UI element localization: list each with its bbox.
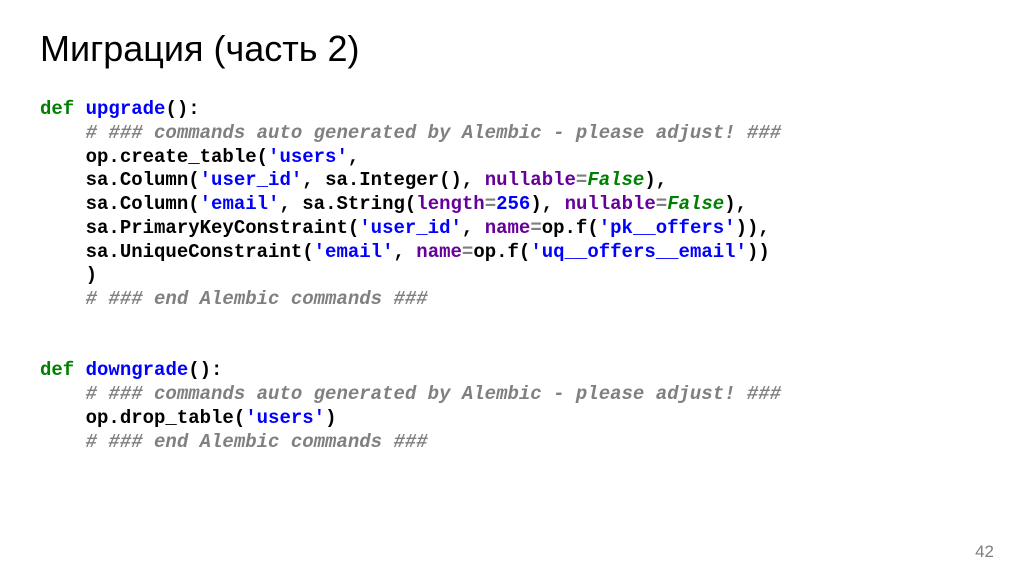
string-literal: 'user_id' xyxy=(200,169,303,191)
string-literal: 'users' xyxy=(245,407,325,429)
string-literal: 'uq__offers__email' xyxy=(530,241,747,263)
code-block: def upgrade(): # ### commands auto gener… xyxy=(40,98,984,454)
string-literal: 'email' xyxy=(200,193,280,215)
number-literal: 256 xyxy=(496,193,530,215)
comment: # ### commands auto generated by Alembic… xyxy=(86,383,782,405)
kwarg: name xyxy=(485,217,531,239)
kwarg: name xyxy=(416,241,462,263)
kwarg: nullable xyxy=(485,169,576,191)
page-number: 42 xyxy=(975,542,994,562)
func-upgrade: upgrade xyxy=(86,98,166,120)
kwarg: length xyxy=(416,193,484,215)
func-downgrade: downgrade xyxy=(86,359,189,381)
comment: # ### end Alembic commands ### xyxy=(86,288,428,310)
kwarg: nullable xyxy=(565,193,656,215)
string-literal: 'pk__offers' xyxy=(599,217,736,239)
comment: # ### end Alembic commands ### xyxy=(86,431,428,453)
string-literal: 'user_id' xyxy=(359,217,462,239)
string-literal: 'users' xyxy=(268,146,348,168)
slide-title: Миграция (часть 2) xyxy=(40,28,984,70)
keyword-def: def xyxy=(40,359,74,381)
comment: # ### commands auto generated by Alembic… xyxy=(86,122,782,144)
const-false: False xyxy=(667,193,724,215)
string-literal: 'email' xyxy=(314,241,394,263)
keyword-def: def xyxy=(40,98,74,120)
const-false: False xyxy=(587,169,644,191)
